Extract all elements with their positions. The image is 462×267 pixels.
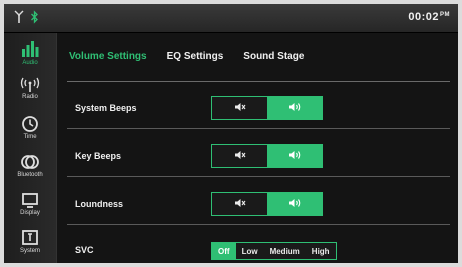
sidebar: Audio Radio Time Bluetooth Display Syste… [4,33,57,263]
speaker-on-icon [288,147,302,165]
mute-icon [234,195,246,213]
setting-row-system-beeps: System Beeps [67,89,450,129]
sidebar-item-label: Bluetooth [17,172,43,178]
sidebar-item-audio[interactable]: Audio [4,37,56,73]
sidebar-item-label: Radio [22,94,38,100]
sidebar-item-radio[interactable]: Radio [4,75,56,111]
radio-antenna-icon [20,75,40,93]
sidebar-item-label: System [19,248,40,254]
sidebar-item-label: Time [23,134,37,140]
tab-divider [67,81,450,82]
status-icons [14,10,39,24]
svc-option-off[interactable]: Off [212,243,236,259]
speaker-on-icon [288,195,302,213]
status-bar: 00:02PM [4,4,458,33]
clock-suffix: PM [440,12,450,18]
mute-icon [234,147,246,165]
setting-label: Key Beeps [75,151,122,161]
system-icon [21,227,39,247]
tab-bar: Volume Settings EQ Settings Sound Stage [69,51,324,62]
key-beeps-toggle [211,144,323,168]
clock: 00:02PM [408,11,450,23]
bluetooth-icon [30,10,39,24]
sidebar-item-time[interactable]: Time [4,113,56,149]
clock-time: 00:02 [408,11,439,23]
row-divider [67,128,450,129]
antenna-icon [14,10,24,24]
sound-on-option[interactable] [267,193,322,215]
system-beeps-toggle [211,96,323,120]
monitor-icon [21,189,39,209]
sidebar-item-bluetooth[interactable]: Bluetooth [4,151,56,187]
setting-label: SVC [75,245,94,255]
mute-option[interactable] [212,145,267,167]
svc-option-low[interactable]: Low [235,243,264,259]
speaker-on-icon [288,99,302,117]
svc-option-high[interactable]: High [305,243,336,259]
setting-row-key-beeps: Key Beeps [67,137,450,177]
sidebar-item-label: Audio [22,60,38,66]
head-unit-screen: 00:02PM Audio Radio Time Bluetooth Displ… [4,4,458,263]
setting-row-svc: SVC Off Low Medium High [67,231,450,263]
sidebar-item-system[interactable]: System [4,227,56,263]
setting-row-loudness: Loundness [67,185,450,225]
row-divider [67,176,450,177]
loudness-toggle [211,192,323,216]
row-divider [67,224,450,225]
equalizer-bars-icon [20,37,40,59]
sidebar-item-label: Display [20,210,40,216]
tab-volume-settings[interactable]: Volume Settings [69,51,147,62]
tab-sound-stage[interactable]: Sound Stage [243,51,304,62]
mute-option[interactable] [212,193,267,215]
main-content: Volume Settings EQ Settings Sound Stage … [57,33,458,263]
bluetooth-link-icon [20,151,40,171]
sound-on-option[interactable] [267,97,322,119]
tab-eq-settings[interactable]: EQ Settings [167,51,224,62]
sound-on-option[interactable] [267,145,322,167]
mute-icon [234,99,246,117]
setting-label: Loundness [75,199,124,209]
sidebar-item-display[interactable]: Display [4,189,56,225]
mute-option[interactable] [212,97,267,119]
clock-icon [21,113,39,133]
svc-option-medium[interactable]: Medium [263,243,306,259]
svc-selector: Off Low Medium High [211,242,337,260]
setting-label: System Beeps [75,103,137,113]
